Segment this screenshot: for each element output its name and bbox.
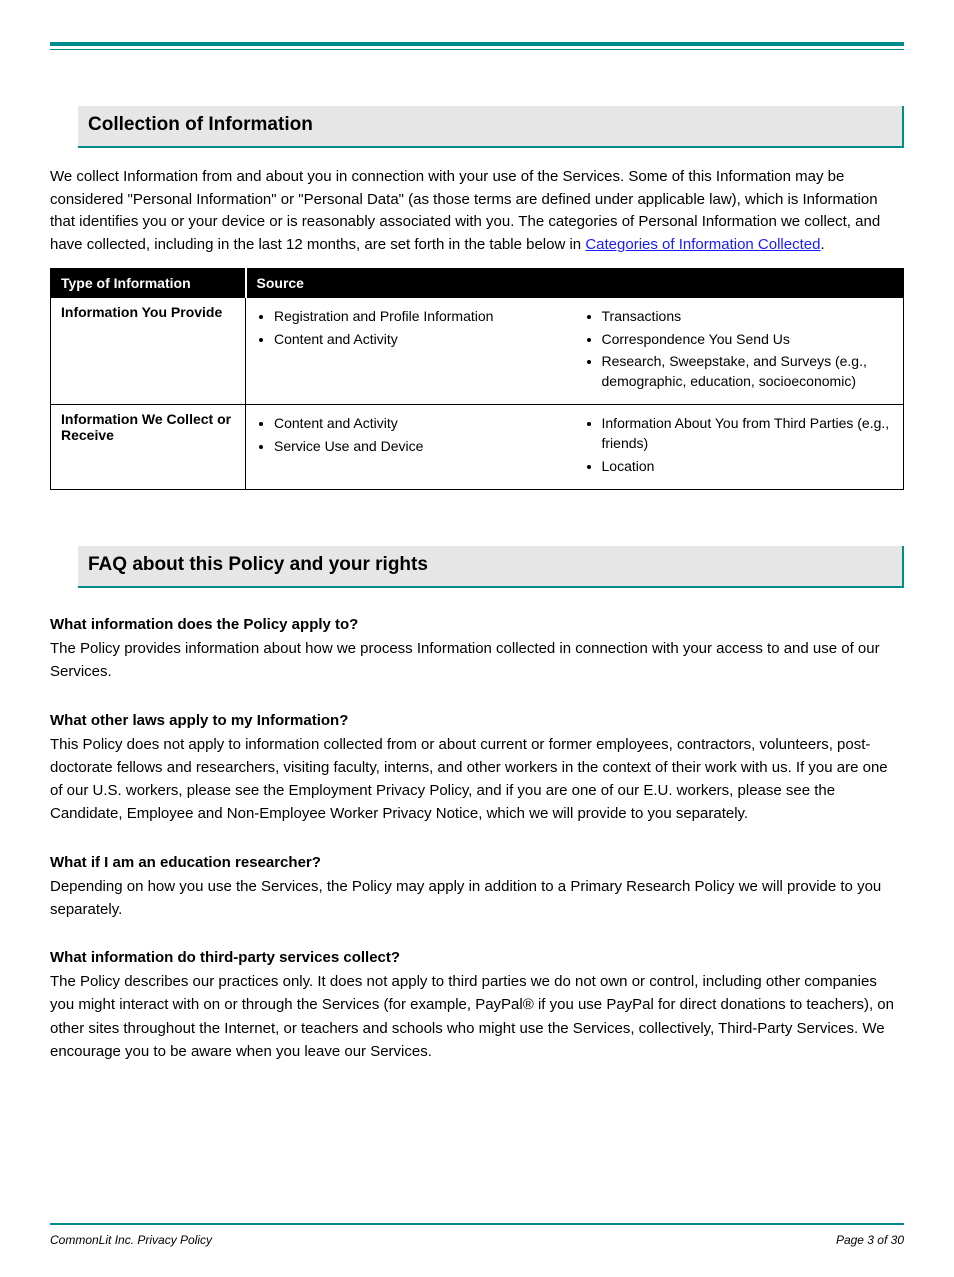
- list-item: Information About You from Third Parties…: [602, 414, 894, 453]
- page-top-rule: [50, 42, 904, 50]
- table-cell-sources: Registration and Profile Information Con…: [246, 298, 904, 405]
- table-row: Information We Collect or Receive Conten…: [51, 405, 904, 490]
- faq-question: What other laws apply to my Information?: [50, 712, 904, 729]
- footer-left: CommonLit Inc. Privacy Policy: [50, 1233, 212, 1247]
- list-item: Correspondence You Send Us: [602, 330, 894, 350]
- list-item: Registration and Profile Information: [274, 307, 566, 327]
- table-header-type: Type of Information: [51, 269, 246, 298]
- categories-link[interactable]: Categories of Information Collected: [585, 236, 820, 253]
- footer-right: Page 3 of 30: [836, 1233, 904, 1247]
- table-cell-sources: Content and Activity Service Use and Dev…: [246, 405, 904, 490]
- faq-block: What information does the Policy apply t…: [50, 616, 904, 1063]
- page-footer: CommonLit Inc. Privacy Policy Page 3 of …: [50, 1223, 904, 1247]
- list-item: Transactions: [602, 307, 894, 327]
- table-cell-category: Information We Collect or Receive: [51, 405, 246, 490]
- faq-question: What information do third-party services…: [50, 949, 904, 966]
- table-row: Information You Provide Registration and…: [51, 298, 904, 405]
- table-header-source: Source: [246, 269, 904, 298]
- faq-question: What if I am an education researcher?: [50, 854, 904, 871]
- list-item: Service Use and Device: [274, 437, 566, 457]
- list-item: Content and Activity: [274, 414, 566, 434]
- section-heading-faq: FAQ about this Policy and your rights: [78, 546, 904, 588]
- list-item: Content and Activity: [274, 330, 566, 350]
- intro-paragraph: We collect Information from and about yo…: [50, 166, 904, 256]
- section-heading-collection: Collection of Information: [78, 106, 904, 148]
- faq-question: What information does the Policy apply t…: [50, 616, 904, 633]
- faq-answer: This Policy does not apply to informatio…: [50, 733, 904, 826]
- faq-answer: The Policy describes our practices only.…: [50, 970, 904, 1063]
- info-table: Type of Information Source Information Y…: [50, 268, 904, 490]
- table-cell-category: Information You Provide: [51, 298, 246, 405]
- list-item: Research, Sweepstake, and Surveys (e.g.,…: [602, 352, 894, 391]
- faq-answer: The Policy provides information about ho…: [50, 637, 904, 684]
- faq-answer: Depending on how you use the Services, t…: [50, 875, 904, 922]
- page-content: Collection of Information We collect Inf…: [0, 106, 954, 1063]
- list-item: Location: [602, 457, 894, 477]
